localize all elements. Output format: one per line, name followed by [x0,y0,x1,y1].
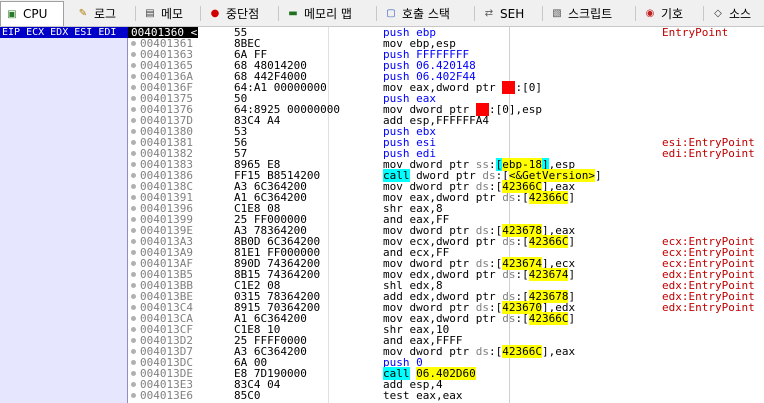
breakpoint-dot-icon[interactable] [131,393,136,398]
tab-separator [474,6,475,21]
tab-separator [376,6,377,21]
tab-label: 호출 스택 [402,7,450,21]
breakpoint-dot-icon[interactable] [131,129,136,134]
breakpoint-dot-icon[interactable] [131,250,136,255]
tab-breakpoint[interactable]: ● 중단점 [204,2,274,25]
disassembly-row[interactable]: 004013E6 85C0 test eax,eax [128,390,764,401]
tab-call-stack[interactable]: ▢ 호출 스택 [380,2,470,25]
breakpoint-dot-icon[interactable] [131,360,136,365]
breakpoint-dot-icon[interactable] [131,228,136,233]
breakpoint-dot-icon[interactable] [131,96,136,101]
seh-icon: ⇄ [484,8,494,19]
breakpoint-dot-icon[interactable] [131,305,136,310]
comment-cell: edi:EntryPoint [662,147,755,160]
tab-label: 로그 [94,7,117,21]
symbols-icon: ◉ [645,8,655,19]
tab-separator [542,6,543,21]
call-stack-icon: ▢ [386,8,396,19]
memory-map-icon: ▬ [288,8,298,19]
breakpoint-dot-icon[interactable] [131,283,136,288]
tab-bar: ▣ CPU ✎ 로그 ▤ 메모 ● 중단점 ▬ 메모리 맵 ▢ 호출 스택 ⇄ SEH ▧ 스크립트 ◉ 기호 ◇ 소… [0,0,764,27]
breakpoint-dot-icon[interactable] [131,217,136,222]
breakpoint-dot-icon[interactable] [131,349,136,354]
script-icon: ▧ [552,8,562,19]
notes-icon: ▤ [145,8,155,19]
tab-notes[interactable]: ▤ 메모 [139,2,197,25]
breakpoint-dot-icon[interactable] [131,294,136,299]
tab-label: 중단점 [226,7,260,21]
breakpoint-dot-icon[interactable] [131,52,136,57]
tab-symbols[interactable]: ◉ 기호 [639,2,699,25]
breakpoint-dot-icon[interactable] [131,63,136,68]
breakpoint-dot-icon[interactable] [131,382,136,387]
breakpoint-dot-icon[interactable] [131,206,136,211]
tab-log[interactable]: ✎ 로그 [72,2,132,25]
breakpoint-dot-icon[interactable] [131,239,136,244]
address-cell: 004013E6 [140,389,193,402]
disassembly-row[interactable]: 00401391 A1 6C364200 mov eax,dword ptr ds:… [128,191,764,204]
breakpoint-dot-icon[interactable] [131,195,136,200]
breakpoint-dot-icon[interactable] [131,107,136,112]
cpu-disassembly-view: EIP ECX EDX ESI EDI 00401360 <55 push ebp… [0,27,764,403]
tab-cpu[interactable]: ▣ CPU [0,1,64,26]
register-pointer-label: EIP ECX EDX ESI EDI [0,27,128,38]
breakpoint-dot-icon[interactable] [131,316,136,321]
tab-source[interactable]: ◇ 소스 [707,2,764,25]
bytes-cell: 85C0 [234,389,261,402]
tab-separator [278,6,279,21]
breakpoint-dot-icon[interactable] [131,41,136,46]
breakpoint-dot-icon[interactable] [131,371,136,376]
breakpoint-dot-icon[interactable] [131,338,136,343]
tab-separator [635,6,636,21]
tab-seh[interactable]: ⇄ SEH [478,2,538,25]
breakpoint-dot-icon[interactable] [131,327,136,332]
tab-separator [703,6,704,21]
tab-separator [200,6,201,21]
tab-label: 기호 [661,7,684,21]
breakpoint-dot-icon[interactable] [131,140,136,145]
tab-memory-map[interactable]: ▬ 메모리 맵 [282,2,372,25]
breakpoint-dot-icon[interactable] [131,74,136,79]
breakpoint-dot-icon[interactable] [131,261,136,266]
bytes-cell: 64:A1 00000000 [234,81,327,94]
tab-label: 스크립트 [568,7,613,21]
breakpoint-icon: ● [210,8,220,19]
tab-label: 메모리 맵 [304,7,352,21]
tab-script[interactable]: ▧ 스크립트 [546,2,631,25]
register-pointer-pane: EIP ECX EDX ESI EDI [0,27,128,403]
log-icon: ✎ [78,8,88,19]
breakpoint-dot-icon[interactable] [131,162,136,167]
tab-label: 메모 [161,7,184,21]
breakpoint-dot-icon[interactable] [131,184,136,189]
disassembly-row[interactable]: 004013DE E8 7D190000 call 06.402D60 [128,367,764,380]
tab-separator [135,6,136,21]
breakpoint-dot-icon[interactable] [131,85,136,90]
source-icon: ◇ [714,8,722,19]
tab-label: 소스 [729,7,752,21]
breakpoint-dot-icon[interactable] [131,151,136,156]
tab-label: SEH [500,6,525,21]
cpu-icon: ▣ [7,8,17,20]
instruction-cell: test eax,eax [383,389,463,402]
breakpoint-dot-icon[interactable] [131,118,136,123]
breakpoint-dot-icon[interactable] [131,173,136,178]
comment-cell: edx:EntryPoint [662,301,755,314]
disassembly-row[interactable]: 0040136F 64:A1 00000000 mov eax,dword ptr … [128,81,764,94]
disassembly-row[interactable]: 004013D7 A3 6C364200 mov dword ptr ds:[423… [128,345,764,358]
disassembly-row[interactable]: 0040137D 83C4 A4 add esp,FFFFFFA4 [128,115,764,126]
breakpoint-dot-icon[interactable] [131,272,136,277]
tab-label: CPU [23,7,48,21]
comment-cell: EntryPoint [662,26,729,39]
